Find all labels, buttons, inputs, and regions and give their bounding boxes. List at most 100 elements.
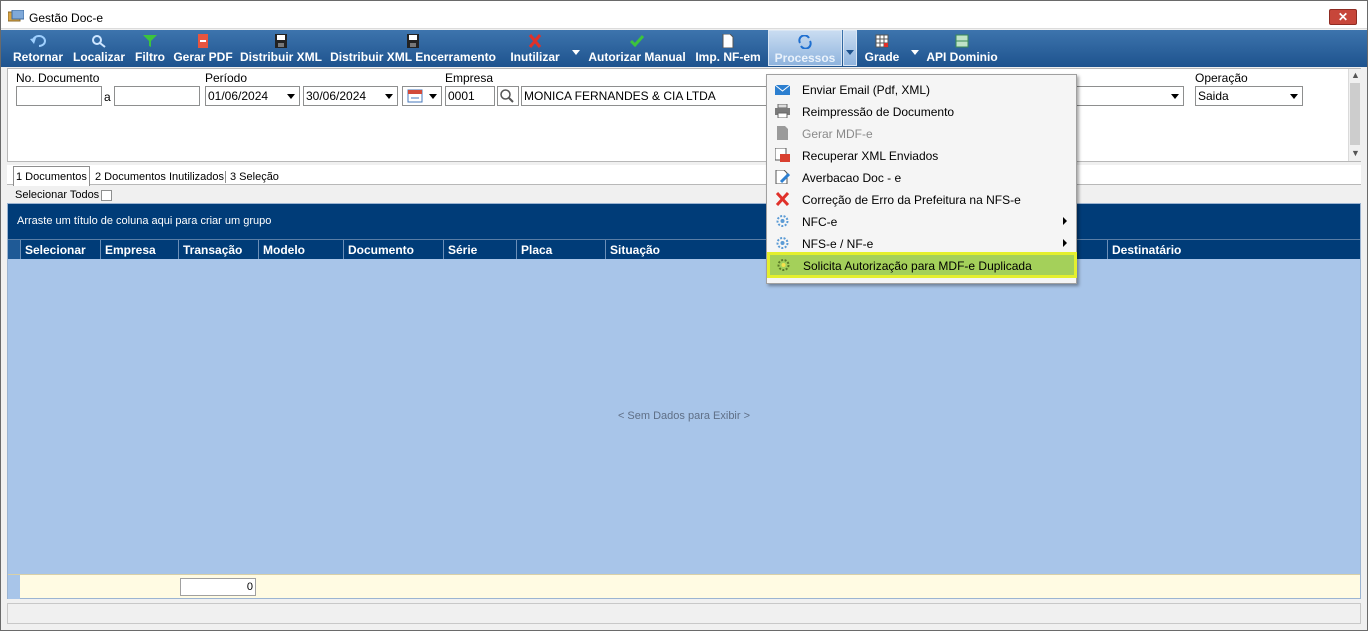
no-documento-label: No. Documento bbox=[16, 71, 100, 85]
funnel-icon bbox=[143, 35, 157, 47]
chevron-down-icon bbox=[1171, 94, 1179, 99]
footer-indicator bbox=[8, 575, 20, 599]
refresh-icon bbox=[798, 35, 812, 49]
autorizar-manual-button[interactable]: Autorizar Manual bbox=[586, 30, 688, 66]
title-bar: Gestão Doc-e ✕ bbox=[1, 1, 1367, 29]
menu-item-nfce[interactable]: NFC-e bbox=[768, 210, 1075, 232]
grid-footer: 0 bbox=[8, 574, 1360, 599]
inutilizar-dropdown-arrow[interactable] bbox=[572, 50, 580, 55]
column-header-selecionar[interactable]: Selecionar bbox=[20, 240, 100, 259]
select-all[interactable]: Selecionar Todos bbox=[15, 189, 112, 201]
periodo-to-select[interactable]: 30/06/2024 bbox=[303, 86, 398, 106]
periodo-from-select[interactable]: 01/06/2024 bbox=[205, 86, 300, 106]
calendar-icon bbox=[407, 89, 423, 103]
documents-grid: Arraste um título de coluna aqui para cr… bbox=[7, 203, 1361, 599]
return-arrow-icon bbox=[30, 35, 46, 47]
search-icon bbox=[500, 89, 514, 103]
menu-item-enviar-email[interactable]: Enviar Email (Pdf, XML) bbox=[768, 78, 1075, 100]
distribuir-xml-encerramento-button[interactable]: Distribuir XML Encerramento bbox=[329, 30, 497, 66]
chevron-down-icon bbox=[385, 94, 393, 99]
column-chooser-icon[interactable] bbox=[8, 240, 20, 259]
menu-item-recuperar-xml[interactable]: Recuperar XML Enviados bbox=[768, 144, 1075, 166]
menu-item-averbacao[interactable]: Averbacao Doc - e bbox=[768, 166, 1075, 188]
column-header-modelo[interactable]: Modelo bbox=[258, 240, 343, 259]
menu-item-nfse-nfe[interactable]: NFS-e / NF-e bbox=[768, 232, 1075, 254]
processos-button[interactable]: Processos bbox=[768, 30, 842, 66]
close-button[interactable]: ✕ bbox=[1329, 9, 1357, 25]
printer-icon bbox=[775, 104, 790, 118]
column-header-transacao[interactable]: Transação bbox=[178, 240, 258, 259]
situacao-select[interactable] bbox=[1077, 86, 1184, 106]
empty-grid-message: < Sem Dados para Exibir > bbox=[617, 410, 751, 422]
empresa-label: Empresa bbox=[445, 71, 494, 85]
processos-dropdown-button[interactable] bbox=[843, 30, 857, 66]
window-title: Gestão Doc-e bbox=[29, 11, 104, 25]
scroll-up-icon[interactable]: ▲ bbox=[1351, 70, 1360, 80]
filter-scrollbar[interactable]: ▲ ▼ bbox=[1348, 69, 1361, 161]
empresa-search-button[interactable] bbox=[497, 86, 519, 106]
inutilizar-button[interactable]: Inutilizar bbox=[505, 30, 565, 66]
save-icon bbox=[407, 34, 419, 48]
grid-header-row: Selecionar Empresa Transação Modelo Docu… bbox=[8, 239, 1360, 259]
filtro-button[interactable]: Filtro bbox=[131, 30, 169, 66]
submenu-arrow-icon bbox=[1063, 239, 1067, 247]
empresa-code-input[interactable]: 0001 bbox=[445, 86, 495, 106]
red-x-icon bbox=[775, 192, 790, 206]
tab-strip: 1 Documentos 2 Documentos Inutilizados 3… bbox=[7, 165, 1361, 186]
group-by-panel[interactable]: Arraste um título de coluna aqui para cr… bbox=[8, 204, 1360, 239]
column-header-serie[interactable]: Série bbox=[443, 240, 516, 259]
chevron-down-icon bbox=[846, 50, 854, 55]
distribuir-xml-button[interactable]: Distribuir XML bbox=[239, 30, 323, 66]
operacao-label: Operação bbox=[1195, 71, 1248, 85]
api-dominio-button[interactable]: API Dominio bbox=[925, 30, 999, 66]
no-documento-from-input[interactable] bbox=[16, 86, 102, 106]
no-documento-to-input[interactable] bbox=[114, 86, 200, 106]
retornar-button[interactable]: Retornar bbox=[9, 30, 67, 66]
grid-icon bbox=[875, 34, 889, 48]
save-icon bbox=[275, 34, 287, 48]
status-bar bbox=[7, 603, 1361, 624]
chevron-down-icon bbox=[1290, 94, 1298, 99]
scroll-down-icon[interactable]: ▼ bbox=[1351, 148, 1360, 158]
pdf-icon bbox=[198, 34, 208, 48]
chevron-down-icon bbox=[429, 94, 437, 99]
grade-button[interactable]: Grade bbox=[862, 30, 902, 66]
email-icon bbox=[775, 84, 790, 95]
magnifier-icon bbox=[92, 35, 106, 48]
select-all-checkbox[interactable] bbox=[101, 190, 112, 201]
gear-icon bbox=[776, 237, 789, 249]
column-header-documento[interactable]: Documento bbox=[343, 240, 443, 259]
gear-icon bbox=[777, 259, 790, 271]
tab-documentos-inutilizados[interactable]: 2 Documentos Inutilizados bbox=[93, 168, 226, 186]
footer-count: 0 bbox=[180, 578, 256, 596]
gerar-pdf-button[interactable]: Gerar PDF bbox=[172, 30, 234, 66]
menu-item-solicita-autorizacao-mdfe-duplicada[interactable]: Solicita Autorização para MDF-e Duplicad… bbox=[767, 252, 1077, 278]
document-icon bbox=[722, 34, 734, 48]
column-header-destinatario[interactable]: Destinatário bbox=[1107, 240, 1360, 259]
api-icon bbox=[955, 34, 969, 48]
imp-nf-em-button[interactable]: Imp. NF-em bbox=[693, 30, 763, 66]
tab-documentos[interactable]: 1 Documentos bbox=[13, 166, 90, 186]
periodo-label: Período bbox=[205, 71, 248, 85]
document-edit-icon bbox=[775, 170, 790, 184]
operacao-select[interactable]: Saida bbox=[1195, 86, 1303, 106]
filter-panel: No. Documento a Período 01/06/2024 30/06… bbox=[7, 68, 1361, 162]
column-header-empresa[interactable]: Empresa bbox=[100, 240, 178, 259]
menu-item-correcao-erro[interactable]: Correção de Erro da Prefeitura na NFS-e bbox=[768, 188, 1075, 210]
tab-selecao[interactable]: 3 Seleção bbox=[228, 168, 281, 186]
localizar-button[interactable]: Localizar bbox=[71, 30, 127, 66]
gear-icon bbox=[776, 215, 789, 227]
column-header-placa[interactable]: Placa bbox=[516, 240, 605, 259]
calendar-button[interactable] bbox=[402, 86, 442, 106]
app-icon bbox=[8, 10, 24, 22]
grade-dropdown-arrow[interactable] bbox=[911, 50, 919, 55]
tab-divider bbox=[225, 171, 226, 183]
menu-item-gerar-mdfe[interactable]: Gerar MDF-e bbox=[768, 122, 1075, 144]
scroll-thumb[interactable] bbox=[1350, 83, 1360, 145]
chevron-down-icon bbox=[287, 94, 295, 99]
red-x-icon bbox=[528, 34, 542, 48]
xml-icon bbox=[775, 148, 790, 162]
menu-item-reimpressao[interactable]: Reimpressão de Documento bbox=[768, 100, 1075, 122]
submenu-arrow-icon bbox=[1063, 217, 1067, 225]
gestao-doce-window: Gestão Doc-e ✕ Retornar Localizar Filtro… bbox=[0, 0, 1368, 631]
